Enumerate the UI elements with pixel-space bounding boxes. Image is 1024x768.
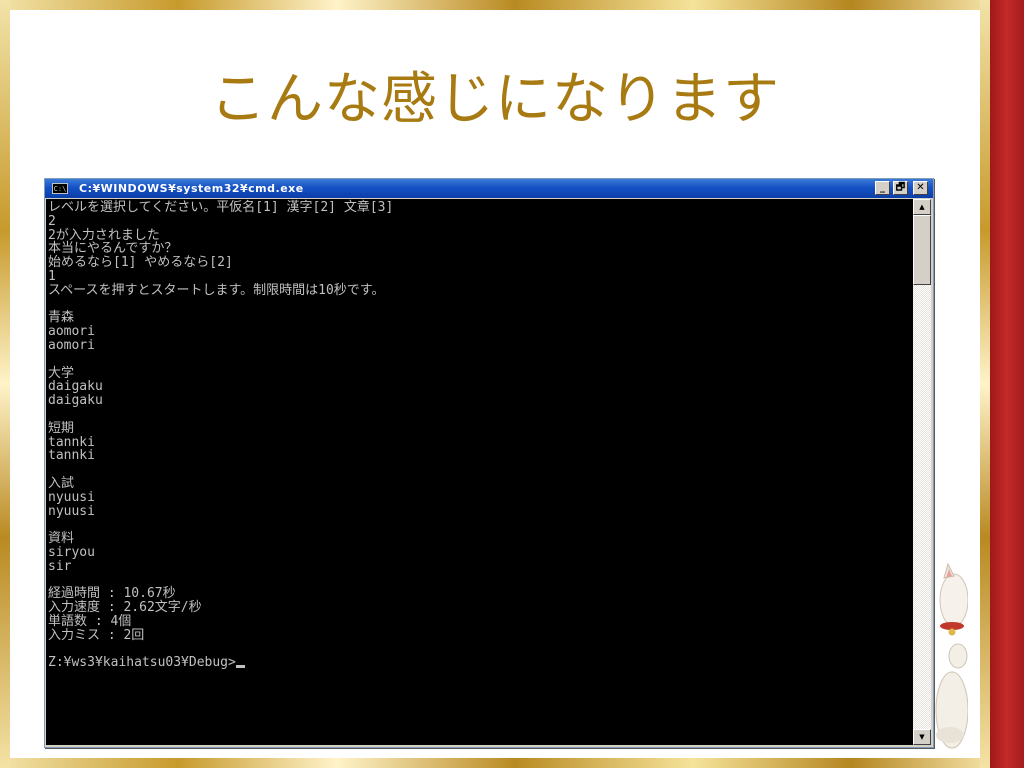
console-line: sir <box>48 558 72 574</box>
console-line: 入試 <box>48 475 75 491</box>
console-line: aomori <box>48 324 95 340</box>
minimize-button[interactable]: _ <box>875 181 890 195</box>
console-line: daigaku <box>48 393 103 409</box>
console-window-icon[interactable]: C:\ <box>52 183 68 194</box>
window-titlebar[interactable]: C:\ C:¥WINDOWS¥system32¥cmd.exe _ 🗗 ✕ <box>45 179 933 198</box>
gold-frame-left <box>0 0 10 768</box>
text-cursor <box>235 665 245 669</box>
console-line: 資料 <box>48 531 75 547</box>
scroll-thumb[interactable] <box>913 215 931 285</box>
console-line: siryou <box>48 544 95 560</box>
slide-title: こんな感じになります <box>210 67 780 132</box>
console-line: スペースを押すとスタートします。制限時間は10秒です。 <box>48 282 385 298</box>
console-output[interactable]: レベルを選択してください。平仮名[1] 漢字[2] 文章[3] 2 2が入力され… <box>46 199 913 745</box>
console-line: aomori <box>48 337 95 353</box>
console-line: tannki <box>48 434 95 450</box>
console-line: レベルを選択してください。平仮名[1] 漢字[2] 文章[3] <box>48 200 394 215</box>
console-line: nyuusi <box>48 503 95 519</box>
console-line: 青森 <box>48 310 75 326</box>
console-line: 2が入力されました <box>48 227 160 243</box>
window-title: C:¥WINDOWS¥system32¥cmd.exe <box>79 182 304 195</box>
vertical-scrollbar[interactable]: ▲ ▼ <box>913 199 931 745</box>
console-line: 短期 <box>48 420 75 436</box>
console-line: 本当にやるんですか？ <box>48 241 178 257</box>
red-side-strip <box>990 0 1024 768</box>
cmd-window[interactable]: C:\ C:¥WINDOWS¥system32¥cmd.exe _ 🗗 ✕ レベ… <box>44 178 934 748</box>
gold-frame-top <box>0 0 990 10</box>
scroll-up-arrow-icon[interactable]: ▲ <box>913 199 931 215</box>
console-line: 1 <box>48 268 56 284</box>
console-line: nyuusi <box>48 489 95 505</box>
slide: こんな感じになります C:\ C:¥WINDOWS¥system32¥cmd.e… <box>0 0 1024 768</box>
console-prompt-line[interactable]: Z:¥ws3¥kaihatsu03¥Debug> <box>48 656 393 670</box>
scroll-down-arrow-icon[interactable]: ▼ <box>913 729 931 745</box>
console-line: 始めるなら[1] やめるなら[2] <box>48 255 233 271</box>
console-line: 入力ミス : 2回 <box>48 627 145 643</box>
gold-frame-right <box>980 0 990 768</box>
console-line: tannki <box>48 448 95 464</box>
gold-frame-bottom <box>0 758 990 768</box>
console-line: 入力速度 : 2.62文字/秒 <box>48 600 202 616</box>
console-prompt: Z:¥ws3¥kaihatsu03¥Debug> <box>48 655 236 671</box>
console-line: 2 <box>48 213 56 229</box>
maximize-button[interactable]: 🗗 <box>893 181 908 195</box>
console-line: daigaku <box>48 379 103 395</box>
close-button[interactable]: ✕ <box>913 181 928 195</box>
maneki-neko-image <box>935 562 968 749</box>
console-lines: レベルを選択してください。平仮名[1] 漢字[2] 文章[3] 2 2が入力され… <box>48 201 393 670</box>
console-line: 大学 <box>48 365 75 381</box>
console-line: 単語数 : 4個 <box>48 613 132 629</box>
